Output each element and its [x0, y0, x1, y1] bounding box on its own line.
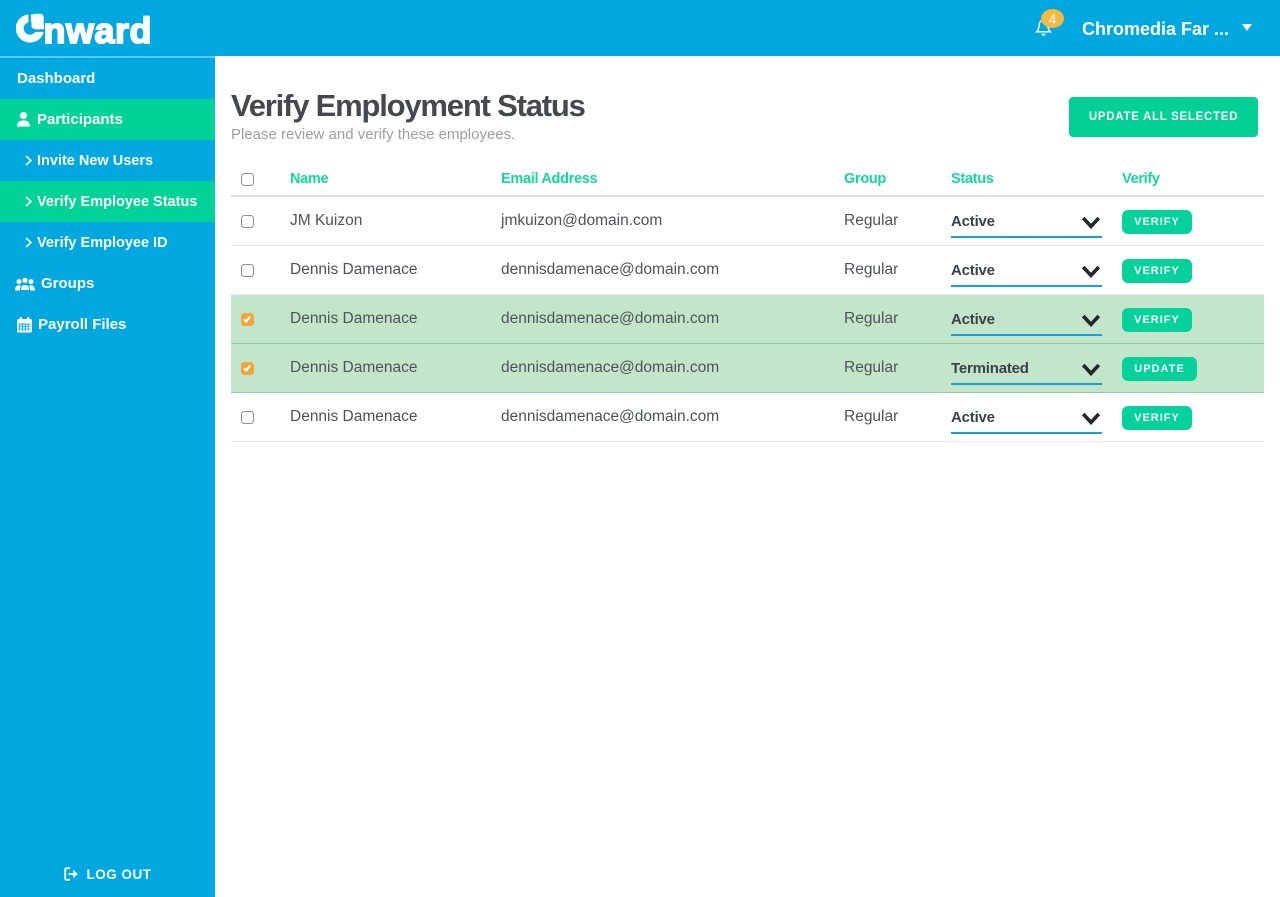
svg-text:nward: nward — [44, 13, 152, 44]
